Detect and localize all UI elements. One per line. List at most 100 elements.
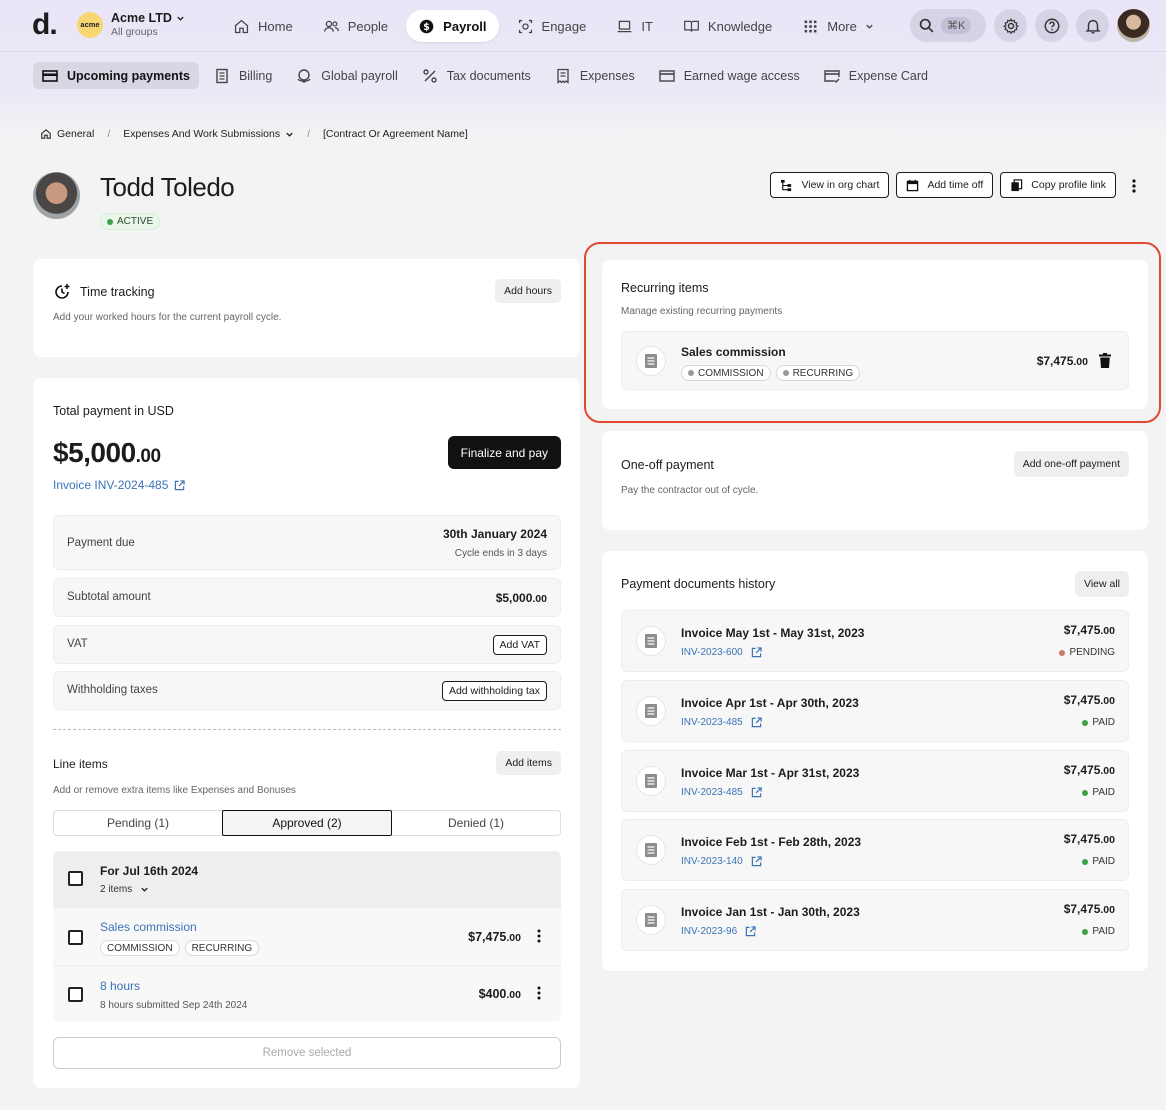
invoice-link[interactable]: Invoice INV-2024-485 [53, 478, 186, 492]
document-icon [636, 696, 666, 726]
subnav-upcoming-payments[interactable]: Upcoming payments [33, 62, 199, 89]
history-amount-main: $7,475 [1063, 693, 1101, 707]
invoice-link-label: Invoice INV-2024-485 [53, 478, 169, 492]
recurring-item[interactable]: Sales commission COMMISSION RECURRING $7… [621, 331, 1129, 390]
nav-engage[interactable]: Engage [505, 10, 599, 42]
history-item-ref-link[interactable]: INV-2023-485 [681, 717, 762, 728]
history-amount-cents: .00 [1100, 695, 1115, 707]
notifications-button[interactable] [1076, 9, 1109, 42]
history-item-title: Invoice May 1st - May 31st, 2023 [681, 626, 865, 640]
view-org-chart-label: View in org chart [801, 179, 880, 191]
kebab-icon[interactable] [537, 929, 541, 943]
history-amount-cents: .00 [1100, 834, 1115, 846]
tab-approved[interactable]: Approved (2) [222, 810, 392, 836]
card-icon [42, 69, 58, 82]
row-checkbox[interactable] [68, 930, 83, 945]
nav-it[interactable]: IT [604, 10, 665, 42]
row-title-link[interactable]: Sales commission [100, 920, 197, 934]
subnav-label: Tax documents [446, 68, 531, 83]
history-item[interactable]: Invoice Mar 1st - Apr 31st, 2023 INV-2023… [621, 750, 1129, 812]
add-time-off-button[interactable]: Add time off [896, 172, 994, 198]
history-item[interactable]: Invoice Jan 1st - Jan 30th, 2023 INV-2023… [621, 889, 1129, 951]
row-title-link[interactable]: 8 hours [100, 979, 140, 993]
status-label: PAID [1092, 717, 1115, 728]
subnav-billing[interactable]: Billing [205, 62, 281, 89]
group-checkbox[interactable] [68, 871, 83, 886]
chevron-down-icon [141, 887, 148, 892]
subnav-earned-wage-access[interactable]: Earned wage access [650, 62, 809, 89]
add-one-off-payment-button[interactable]: Add one-off payment [1013, 451, 1129, 477]
card-check-icon [824, 69, 840, 83]
copy-profile-link-button[interactable]: Copy profile link [1000, 172, 1116, 198]
receipt-icon [557, 68, 569, 84]
breadcrumb: General / Expenses And Work Submissions … [40, 128, 468, 140]
nav-payroll[interactable]: $ Payroll [406, 10, 499, 42]
tab-pending[interactable]: Pending (1) [54, 811, 222, 835]
time-tracking-subtitle: Add your worked hours for the current pa… [53, 312, 282, 323]
history-amount-cents: .00 [1100, 904, 1115, 916]
add-withholding-tax-button[interactable]: Add withholding tax [441, 681, 547, 701]
history-item-ref-link[interactable]: INV-2023-485 [681, 787, 762, 798]
subnav-label: Billing [238, 68, 273, 83]
engage-icon [518, 19, 532, 33]
remove-selected-button[interactable]: Remove selected [53, 1037, 561, 1069]
payroll-subnav: Upcoming payments Billing Global payroll… [33, 62, 937, 89]
more-options-button[interactable] [1126, 177, 1142, 195]
toolbar-right: ⌘K [910, 9, 1150, 42]
history-item[interactable]: Invoice Apr 1st - Apr 30th, 2023 INV-2023… [621, 680, 1129, 742]
history-item[interactable]: Invoice Feb 1st - Feb 28th, 2023 INV-2023… [621, 819, 1129, 881]
kebab-icon[interactable] [537, 986, 541, 1000]
help-button[interactable] [1035, 9, 1068, 42]
chevron-down-icon [866, 24, 873, 29]
nav-more[interactable]: More [790, 10, 886, 42]
status-badge: PAID [1082, 856, 1115, 867]
row-checkbox[interactable] [68, 987, 83, 1002]
add-hours-button[interactable]: Add hours [495, 279, 561, 303]
view-org-chart-button[interactable]: View in org chart [770, 172, 890, 198]
view-all-button[interactable]: View all [1075, 571, 1129, 597]
app-logo[interactable]: d. [32, 8, 58, 42]
history-item-title: Invoice Jan 1st - Jan 30th, 2023 [681, 905, 860, 919]
subnav-expense-card[interactable]: Expense Card [815, 62, 937, 89]
tab-denied[interactable]: Denied (1) [392, 811, 560, 835]
withholding-row: Withholding taxes Add withholding tax [53, 671, 561, 710]
user-avatar[interactable] [1117, 9, 1150, 42]
external-link-icon [751, 647, 762, 658]
svg-text:$: $ [423, 21, 430, 32]
nav-home[interactable]: Home [221, 10, 305, 42]
history-item-ref-link[interactable]: INV-2023-96 [681, 926, 756, 937]
breadcrumb-middle[interactable]: Expenses And Work Submissions [123, 128, 294, 140]
group-count-toggle[interactable]: 2 items [100, 884, 149, 895]
history-item-ref-link[interactable]: INV-2023-600 [681, 647, 762, 658]
one-off-title: One-off payment [621, 458, 714, 472]
subnav-global-payroll[interactable]: Global payroll [287, 62, 406, 89]
org-text: Acme LTD All groups [111, 11, 185, 38]
history-item-title: Invoice Mar 1st - Apr 31st, 2023 [681, 766, 860, 780]
subnav-label: Upcoming payments [67, 68, 190, 83]
trash-icon[interactable] [1099, 353, 1111, 368]
history-amount-main: $7,475 [1063, 763, 1101, 777]
history-item-amount: $7,475.00 [1064, 832, 1115, 846]
subnav-expenses[interactable]: Expenses [546, 62, 644, 89]
tag-dot [782, 370, 789, 376]
settings-button[interactable] [994, 9, 1027, 42]
nav-home-label: Home [258, 18, 293, 34]
row-amount-main: $7,475 [468, 930, 507, 944]
status-label: PAID [1092, 787, 1115, 798]
book-icon [684, 20, 699, 32]
history-amount-main: $7,475 [1063, 623, 1101, 637]
subtotal-label: Subtotal amount [67, 591, 151, 603]
add-items-button[interactable]: Add items [496, 751, 561, 775]
status-label: PAID [1092, 856, 1115, 867]
org-switcher[interactable]: acme Acme LTD All groups [77, 11, 185, 38]
history-item[interactable]: Invoice May 1st - May 31st, 2023 INV-2023… [621, 610, 1129, 672]
search-button[interactable]: ⌘K [910, 9, 986, 42]
finalize-and-pay-button[interactable]: Finalize and pay [447, 436, 561, 469]
nav-people[interactable]: People [311, 10, 400, 42]
history-item-ref-link[interactable]: INV-2023-140 [681, 856, 762, 867]
breadcrumb-home[interactable]: General [40, 128, 94, 140]
add-vat-button[interactable]: Add VAT [492, 635, 547, 655]
subnav-tax-documents[interactable]: Tax documents [413, 62, 540, 89]
time-tracking-card: Time tracking Add your worked hours for … [33, 259, 580, 357]
nav-knowledge[interactable]: Knowledge [671, 10, 784, 42]
